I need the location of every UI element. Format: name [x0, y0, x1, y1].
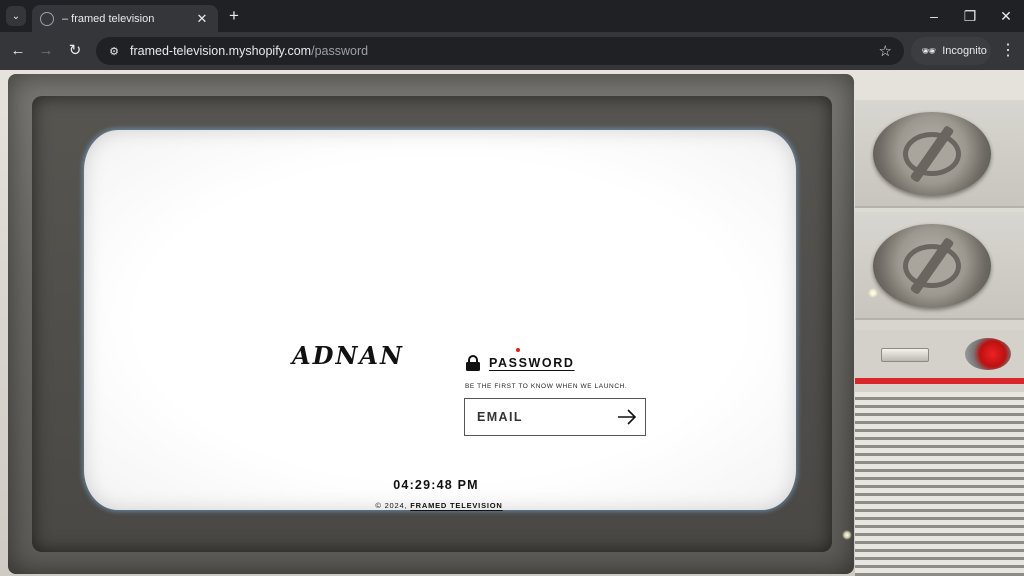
- password-label: PASSWORD: [489, 356, 575, 370]
- footer-store-link[interactable]: FRAMED TELEVISION: [410, 501, 502, 510]
- globe-icon: [40, 11, 54, 26]
- tab-close-button[interactable]: ✕: [194, 11, 210, 27]
- launch-tagline: BE THE FIRST TO KNOW WHEN WE LAUNCH.: [465, 383, 628, 390]
- power-light: [965, 338, 1011, 370]
- reload-icon: ↻: [68, 42, 82, 59]
- clock-display: 04:29:48 PM: [393, 478, 479, 492]
- close-window-button[interactable]: ✕: [988, 0, 1024, 32]
- back-button[interactable]: ←: [7, 40, 29, 62]
- star-icon[interactable]: ☆: [879, 42, 892, 60]
- arrow-left-icon: ←: [10, 42, 26, 59]
- sparkle-decoration: [842, 530, 852, 540]
- tab-bar: ⌄ – framed television ✕ + – ❐ ✕: [0, 0, 1024, 32]
- lock-icon: [466, 355, 480, 371]
- email-signup-form: [464, 398, 646, 436]
- footer: © 2024, FRAMED TELEVISION: [324, 501, 554, 510]
- store-logo: ADNAN: [292, 341, 404, 370]
- knob-plate-bottom: [855, 212, 1024, 320]
- red-dot-decoration: [516, 348, 520, 352]
- tv-screen: ADNAN PASSWORD BE THE FIRST TO KNOW WHEN…: [84, 130, 796, 510]
- restore-icon: ❐: [963, 7, 977, 24]
- email-input[interactable]: [477, 410, 607, 424]
- browser-toolbar: ← → ↻ ⚙ framed-television.myshopify.com/…: [0, 32, 1024, 70]
- sparkle-decoration: [868, 288, 878, 298]
- url-path: /password: [311, 44, 369, 58]
- volume-knob: [873, 224, 991, 308]
- page-viewport: ADNAN PASSWORD BE THE FIRST TO KNOW WHEN…: [0, 70, 1024, 576]
- arrow-right-icon: [618, 409, 637, 425]
- reload-button[interactable]: ↻: [64, 40, 86, 62]
- tune-icon[interactable]: ⚙: [106, 43, 122, 59]
- forward-button[interactable]: →: [35, 40, 57, 62]
- tv-control-panel: [855, 100, 1024, 576]
- tv-bezel: ADNAN PASSWORD BE THE FIRST TO KNOW WHEN…: [8, 74, 854, 574]
- new-tab-button[interactable]: +: [224, 6, 244, 26]
- arrow-right-icon: →: [38, 42, 54, 59]
- url-host: framed-television.myshopify.com: [130, 44, 312, 58]
- kebab-menu-icon[interactable]: ⋮: [998, 40, 1018, 62]
- incognito-label: Incognito: [942, 45, 987, 57]
- speaker-grille: [855, 392, 1024, 576]
- submit-email-button[interactable]: [617, 409, 637, 425]
- tab-search-button[interactable]: ⌄: [6, 6, 26, 26]
- minimize-icon: –: [930, 8, 938, 24]
- url-text: framed-television.myshopify.com/password: [130, 44, 368, 58]
- minimize-button[interactable]: –: [916, 0, 952, 32]
- incognito-indicator[interactable]: 🕶 Incognito: [911, 37, 991, 65]
- tab-title: – framed television: [62, 12, 155, 25]
- address-bar[interactable]: ⚙ framed-television.myshopify.com/passwo…: [96, 37, 904, 65]
- switch-plate: [855, 330, 1024, 382]
- tab-active[interactable]: – framed television ✕: [32, 5, 218, 32]
- red-stripe: [855, 378, 1024, 384]
- tv-switch: [881, 348, 929, 362]
- copyright-text: © 2024,: [375, 501, 408, 510]
- password-link[interactable]: PASSWORD: [466, 355, 575, 371]
- close-icon: ✕: [1000, 7, 1012, 24]
- knob-plate-top: [855, 100, 1024, 208]
- incognito-icon: 🕶: [921, 44, 937, 58]
- restore-button[interactable]: ❐: [952, 0, 988, 32]
- chevron-down-icon: ⌄: [11, 10, 21, 22]
- channel-knob: [873, 112, 991, 196]
